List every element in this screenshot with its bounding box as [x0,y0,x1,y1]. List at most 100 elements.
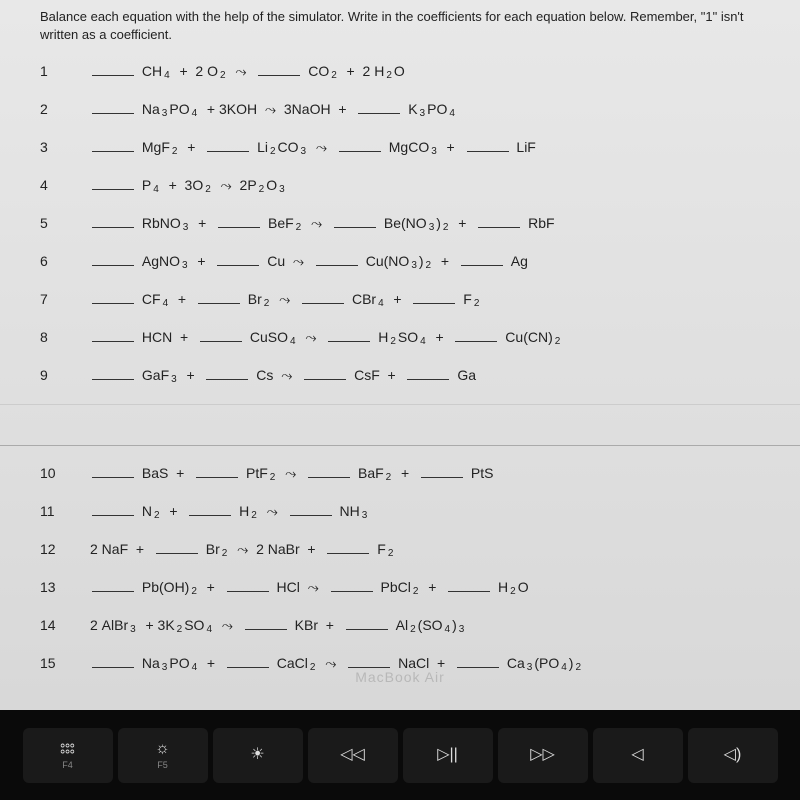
equation-content: 2 NaF + Br2 ⤳ 2 NaBr + F2 [90,540,393,558]
coefficient-blank[interactable] [92,100,134,114]
coefficient-blank[interactable] [218,214,260,228]
equation-number: 11 [40,503,90,519]
subscript: 2 [177,624,183,635]
coefficient-blank[interactable] [92,578,134,592]
equation-content: AgNO3 + Cu ⤳ Cu(NO3)2 + Ag [90,252,528,270]
subscript: 2 [386,70,392,81]
equations-section-2: 10 BaS + PtF2 ⤳ BaF2 + PtS11 N2 + H2 ⤳ N… [40,464,760,672]
subscript: 3 [411,260,417,271]
coefficient-blank[interactable] [478,214,520,228]
key-icon: ☼ [155,740,170,758]
equation-row: 13 Pb(OH)2 + HCl ⤳ PbCl2 + H2O [40,578,760,596]
subscript: 3 [162,662,168,673]
subscript: 3 [171,374,177,385]
equation-text: CO [304,63,329,79]
equation-text: ) [452,617,457,633]
equation-text: ⤳ [308,139,335,156]
equation-number: 4 [40,177,90,193]
coefficient-blank[interactable] [348,654,390,668]
equation-content: MgF2 + Li2CO3 ⤳ MgCO3 + LiF [90,138,536,156]
coefficient-blank[interactable] [413,290,455,304]
coefficient-blank[interactable] [92,176,134,190]
equation-text: RbNO [138,215,181,231]
coefficient-blank[interactable] [227,654,269,668]
equation-content: RbNO3 + BeF2 ⤳ Be(NO3)2 + RbF [90,214,555,232]
subscript: 2 [510,586,516,597]
coefficient-blank[interactable] [331,578,373,592]
subscript: 3 [362,510,368,521]
coefficient-blank[interactable] [455,328,497,342]
equation-text: ⤳ [277,465,304,482]
equation-row: 8 HCN + CuSO4 ⤳ H2SO4 + Cu(CN)2 [40,328,760,346]
coefficient-blank[interactable] [448,578,490,592]
coefficient-blank[interactable] [92,62,134,76]
equation-text: + [199,579,223,595]
macbook-label: MacBook Air [355,669,445,685]
equation-text: + [199,655,223,671]
coefficient-blank[interactable] [206,366,248,380]
equation-text: + [393,465,417,481]
coefficient-blank[interactable] [189,502,231,516]
coefficient-blank[interactable] [316,252,358,266]
coefficient-blank[interactable] [217,252,259,266]
equation-content: Na3PO4 + 3KOH ⤳ 3NaOH + K3PO4 [90,100,455,118]
subscript: 2 [426,260,432,271]
coefficient-blank[interactable] [358,100,400,114]
coefficient-blank[interactable] [308,464,350,478]
coefficient-blank[interactable] [258,62,300,76]
coefficient-blank[interactable] [92,502,134,516]
equation-text: N [138,503,152,519]
coefficient-blank[interactable] [92,252,134,266]
equation-text: ) [436,215,441,231]
coefficient-blank[interactable] [290,502,332,516]
subscript: 4 [153,184,159,195]
coefficient-blank[interactable] [92,214,134,228]
coefficient-blank[interactable] [227,578,269,592]
equation-text: (SO [418,617,443,633]
coefficient-blank[interactable] [421,464,463,478]
equation-text: CF [138,291,161,307]
coefficient-blank[interactable] [457,654,499,668]
coefficient-blank[interactable] [346,616,388,630]
coefficient-blank[interactable] [207,138,249,152]
equation-number: 3 [40,139,90,155]
equation-content: HCN + CuSO4 ⤳ H2SO4 + Cu(CN)2 [90,328,560,346]
coefficient-blank[interactable] [200,328,242,342]
coefficient-blank[interactable] [334,214,376,228]
coefficient-blank[interactable] [407,366,449,380]
coefficient-blank[interactable] [461,252,503,266]
equation-text: PO [169,101,189,117]
equation-text: + 2 H [339,63,385,79]
equation-row: 7 CF4 + Br2 ⤳ CBr4 + F2 [40,290,760,308]
subscript: 2 [555,336,561,347]
equation-text: SO [184,617,204,633]
coefficient-blank[interactable] [339,138,381,152]
coefficient-blank[interactable] [92,290,134,304]
equation-text: ⤳ 2P [213,177,257,194]
coefficient-blank[interactable] [156,540,198,554]
equation-number: 12 [40,541,90,557]
equations-section-1: 1 CH4 + 2 O2 ⤳ CO2 + 2 H2O2 Na3PO4 + 3KO… [40,62,760,384]
coefficient-blank[interactable] [304,366,346,380]
coefficient-blank[interactable] [196,464,238,478]
equation-text: + 3O [161,177,203,193]
equation-text: LiF [513,139,536,155]
coefficient-blank[interactable] [92,328,134,342]
subscript: 2 [296,222,302,233]
coefficient-blank[interactable] [467,138,509,152]
equation-text: ⤳ [271,291,298,308]
equation-text: ⤳ [228,63,255,80]
equation-number: 8 [40,329,90,345]
equation-text: CO [278,139,299,155]
coefficient-blank[interactable] [302,290,344,304]
coefficient-blank[interactable] [92,366,134,380]
coefficient-blank[interactable] [92,138,134,152]
coefficient-blank[interactable] [92,654,134,668]
coefficient-blank[interactable] [327,540,369,554]
equation-content: BaS + PtF2 ⤳ BaF2 + PtS [90,464,493,482]
coefficient-blank[interactable] [328,328,370,342]
keyboard-key: ◁ [593,728,683,783]
coefficient-blank[interactable] [245,616,287,630]
coefficient-blank[interactable] [92,464,134,478]
coefficient-blank[interactable] [198,290,240,304]
